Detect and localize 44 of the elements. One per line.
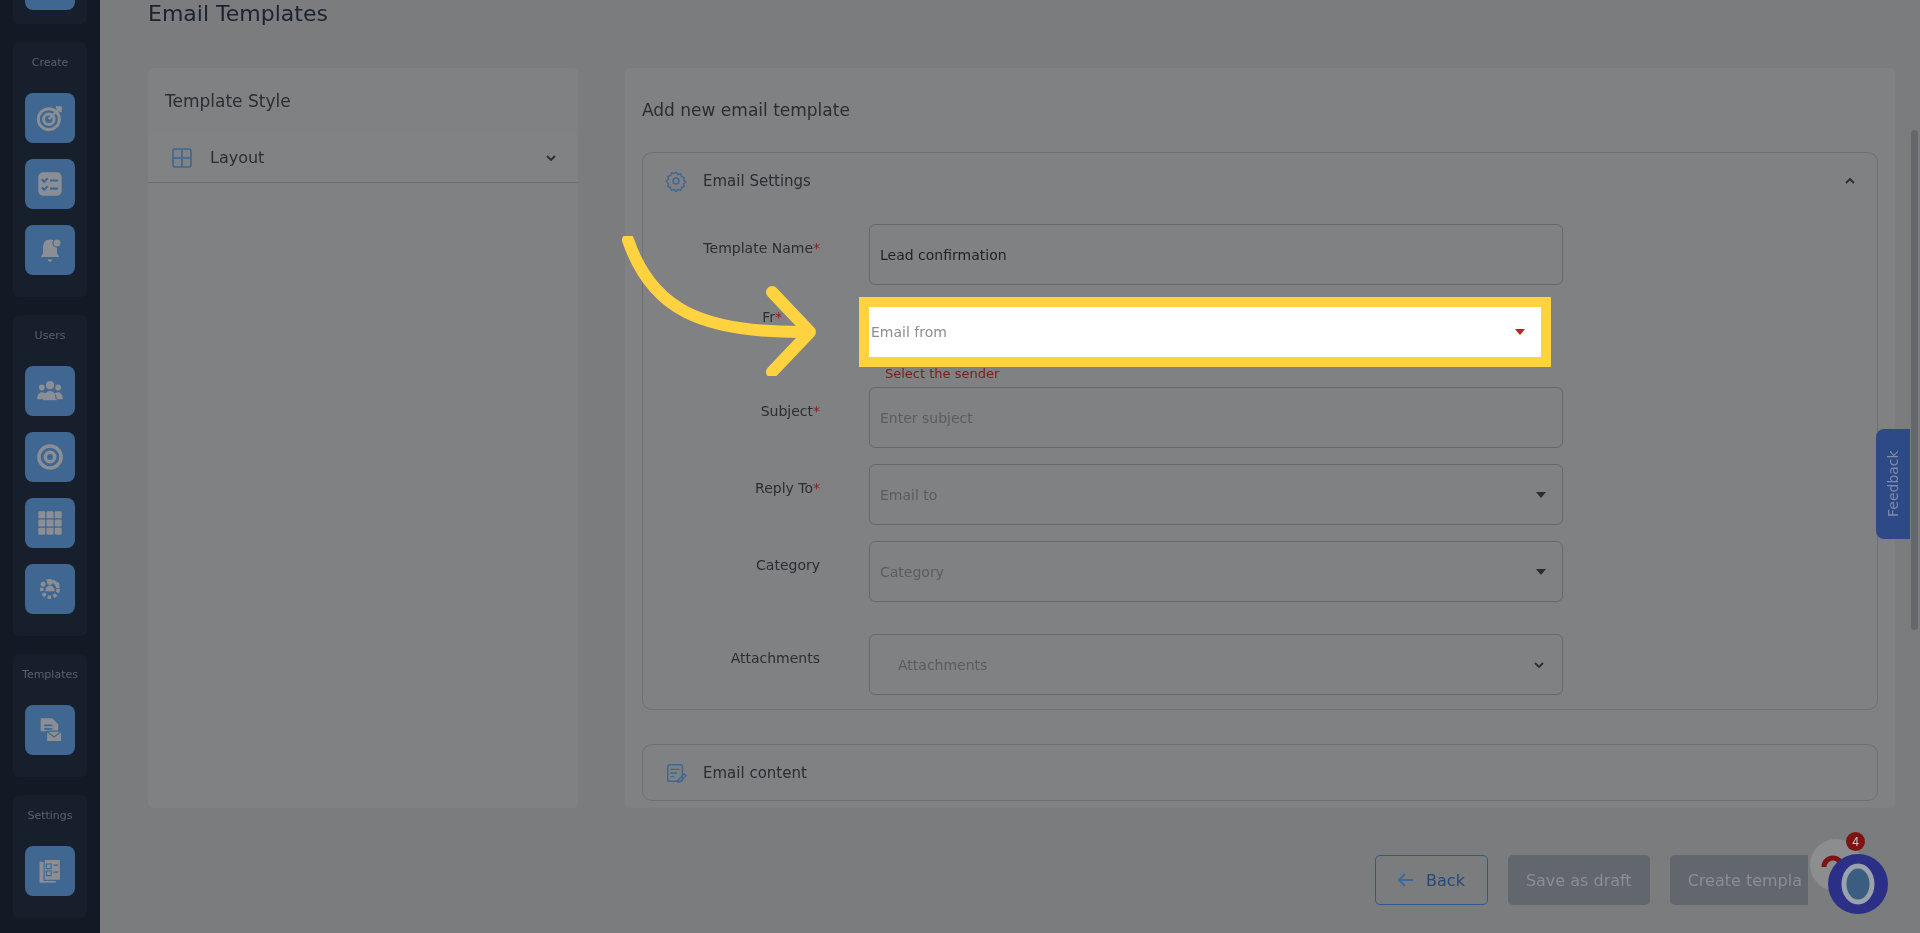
chat-icon bbox=[1810, 839, 1890, 914]
sidebar-button[interactable] bbox=[25, 498, 75, 548]
feedback-tab[interactable]: Feedback bbox=[1876, 429, 1910, 539]
panel-title: Template Style bbox=[165, 90, 291, 111]
sidebar-button[interactable] bbox=[25, 225, 75, 275]
target-icon bbox=[36, 104, 64, 132]
panel-title: Add new email template bbox=[642, 100, 850, 120]
settings-icon bbox=[665, 169, 687, 192]
sidebar-group-label: Users bbox=[34, 329, 66, 342]
sidebar-button[interactable] bbox=[25, 93, 75, 143]
notification-badge: 4 bbox=[1846, 832, 1865, 851]
field-label: Fr* bbox=[761, 308, 783, 327]
ring-icon bbox=[36, 443, 64, 471]
arrow-left-icon bbox=[1398, 873, 1415, 887]
sidebar-button[interactable] bbox=[25, 564, 75, 614]
page-title: Email Templates bbox=[148, 0, 329, 28]
grid-icon bbox=[36, 509, 64, 537]
sidebar-button[interactable] bbox=[25, 159, 75, 209]
field-label: Template Name* bbox=[702, 239, 820, 258]
dropdown-caret-icon bbox=[1536, 491, 1546, 498]
error-message: Select the sender bbox=[885, 367, 1001, 381]
sidebar-button[interactable] bbox=[25, 705, 75, 755]
field-label: Category bbox=[755, 556, 820, 575]
dropdown-caret-icon bbox=[1515, 329, 1525, 335]
sidebar-group-label: Templates bbox=[22, 668, 78, 681]
sidebar-group-label: Settings bbox=[27, 809, 73, 822]
document-edit-icon bbox=[665, 761, 687, 784]
sidebar-group-label: Create bbox=[31, 56, 69, 69]
sidebar-button[interactable] bbox=[25, 366, 75, 416]
dropdown-caret-icon bbox=[1536, 568, 1546, 575]
field-label: Subject* bbox=[759, 402, 820, 421]
field-label: Reply To* bbox=[754, 479, 820, 498]
sidebar-button[interactable] bbox=[25, 846, 75, 896]
accordion-header[interactable]: Email content bbox=[643, 745, 1877, 800]
input-field[interactable]: Lead confirmation bbox=[869, 224, 1563, 285]
chat-launcher-button[interactable]: 4 bbox=[1810, 832, 1890, 914]
sidebar-button[interactable] bbox=[25, 432, 75, 482]
scrollbar[interactable] bbox=[1911, 130, 1918, 630]
field-label: Attachments bbox=[729, 649, 820, 668]
select-field[interactable]: Email from bbox=[859, 297, 1551, 367]
back-button[interactable]: Back bbox=[1375, 855, 1488, 905]
layout-grid-icon bbox=[172, 147, 192, 168]
checklist-icon bbox=[36, 170, 64, 198]
accordion-header[interactable]: Email Settings bbox=[643, 153, 1877, 208]
